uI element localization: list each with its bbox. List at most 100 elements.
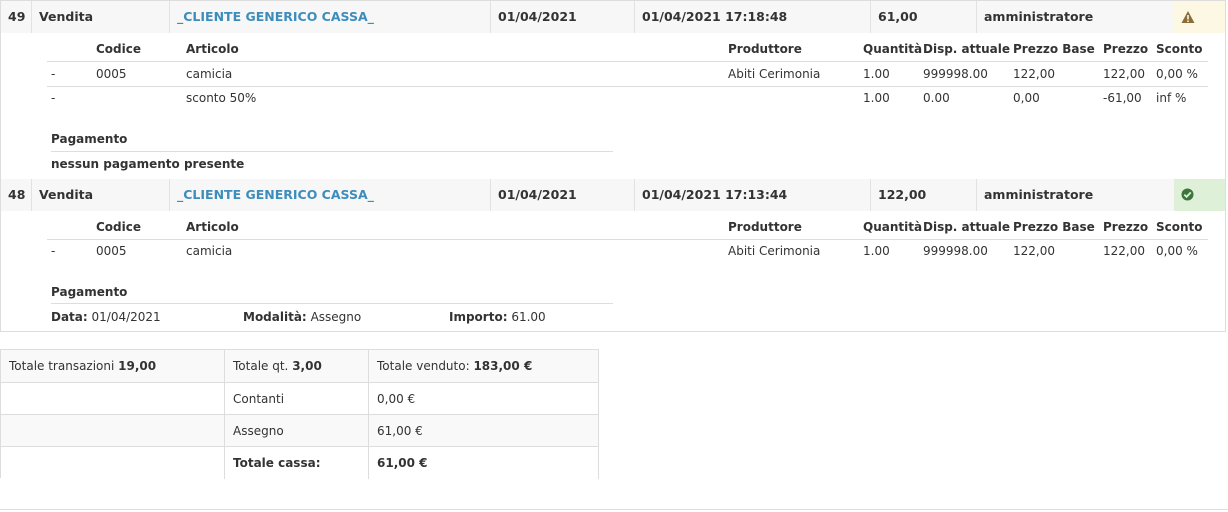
row-qty: 1.00 — [863, 67, 890, 81]
totals-row: Totale cassa: 61,00 € — [1, 446, 599, 479]
sale-date: 01/04/2021 — [490, 179, 634, 211]
totals-row: Contanti 0,00 € — [1, 382, 599, 415]
total-qty-label: Totale qt. — [233, 359, 289, 373]
col-articolo: Articolo — [186, 220, 239, 234]
col-codice: Codice — [96, 220, 142, 234]
row-price: -61,00 — [1103, 91, 1142, 105]
empty-cell — [1, 447, 225, 479]
method-label: Contanti — [225, 383, 369, 415]
total-qty: Totale qt. 3,00 — [225, 350, 369, 382]
row-producer: Abiti Cerimonia — [728, 244, 821, 258]
row-dash: - — [51, 91, 56, 105]
col-sconto: Sconto — [1156, 220, 1203, 234]
col-prezzo: Prezzo — [1103, 220, 1149, 234]
divider — [47, 61, 1208, 62]
row-price: 122,00 — [1103, 67, 1145, 81]
customer-link[interactable]: _CLIENTE GENERICO CASSA_ — [177, 187, 374, 202]
row-code: 0005 — [96, 244, 127, 258]
payment-mode-label: Modalità: — [243, 310, 307, 324]
total-sold: Totale venduto: 183,00 € — [369, 350, 599, 382]
method-value: 61,00 € — [369, 415, 599, 447]
total-sold-label: Totale venduto: — [377, 359, 470, 373]
sale-block-48: 48 Vendita _CLIENTE GENERICO CASSA_ 01/0… — [0, 179, 1226, 332]
col-produttore: Produttore — [728, 220, 802, 234]
payment-title: Pagamento — [51, 132, 128, 146]
sale-user: amministratore — [976, 1, 1174, 33]
cash-total-value: 61,00 € — [369, 447, 599, 479]
payment-amount: Importo: 61.00 — [449, 310, 546, 324]
total-transactions-label: Totale transazioni — [9, 359, 115, 373]
row-base: 0,00 — [1013, 91, 1040, 105]
row-discount: 0,00 % — [1156, 67, 1198, 81]
col-prezzo-base: Prezzo Base — [1013, 220, 1095, 234]
divider — [51, 151, 613, 152]
sale-block-49: 49 Vendita _CLIENTE GENERICO CASSA_ 01/0… — [0, 0, 1226, 180]
payment-title: Pagamento — [51, 285, 128, 299]
row-avail: 999998.00 — [923, 244, 988, 258]
empty-cell — [1, 415, 225, 447]
payment-date-value: 01/04/2021 — [91, 310, 161, 324]
total-transactions: Totale transazioni 19,00 — [1, 350, 225, 382]
payment-mode: Modalità: Assegno — [243, 310, 361, 324]
status-cell — [1174, 1, 1225, 33]
total-sold-value: 183,00 € — [473, 359, 533, 373]
sale-id: 48 — [8, 187, 26, 202]
status-cell — [1174, 179, 1225, 211]
payment-none: nessun pagamento presente — [51, 157, 245, 171]
row-price: 122,00 — [1103, 244, 1145, 258]
check-circle-icon — [1181, 188, 1194, 201]
cash-total-label: Totale cassa: — [225, 447, 369, 479]
col-quantita: Quantità — [863, 42, 923, 56]
col-produttore: Produttore — [728, 42, 802, 56]
sale-type: Vendita — [31, 1, 169, 33]
warning-triangle-icon — [1181, 11, 1195, 23]
payment-date: Data: 01/04/2021 — [51, 310, 161, 324]
payment-amount-value: 61.00 — [511, 310, 546, 324]
sale-type: Vendita — [31, 179, 169, 211]
sale-datetime: 01/04/2021 17:18:48 — [634, 1, 870, 33]
col-disp: Disp. attuale — [923, 220, 1011, 234]
row-avail: 0.00 — [923, 91, 950, 105]
row-base: 122,00 — [1013, 244, 1055, 258]
col-codice: Codice — [96, 42, 142, 56]
total-qty-value: 3,00 — [292, 359, 322, 373]
row-discount: 0,00 % — [1156, 244, 1198, 258]
totals-table: Totale transazioni 19,00 Totale qt. 3,00… — [0, 349, 599, 479]
divider — [47, 86, 1208, 87]
row-qty: 1.00 — [863, 91, 890, 105]
sale-header-row: 49 Vendita _CLIENTE GENERICO CASSA_ 01/0… — [1, 1, 1225, 33]
col-sconto: Sconto — [1156, 42, 1203, 56]
payment-mode-value: Assegno — [310, 310, 362, 324]
sale-total: 61,00 — [870, 1, 976, 33]
sale-datetime: 01/04/2021 17:13:44 — [634, 179, 870, 211]
row-qty: 1.00 — [863, 244, 890, 258]
customer-cell: _CLIENTE GENERICO CASSA_ — [169, 1, 490, 33]
total-transactions-value: 19,00 — [118, 359, 157, 373]
totals-row: Assegno 61,00 € — [1, 414, 599, 447]
sale-date: 01/04/2021 — [490, 1, 634, 33]
sale-total: 122,00 — [870, 179, 976, 211]
row-producer: Abiti Cerimonia — [728, 67, 821, 81]
col-prezzo-base: Prezzo Base — [1013, 42, 1095, 56]
row-discount: inf % — [1156, 91, 1187, 105]
row-avail: 999998.00 — [923, 67, 988, 81]
row-article: camicia — [186, 67, 233, 81]
sale-user: amministratore — [976, 179, 1174, 211]
empty-cell — [1, 383, 225, 415]
row-base: 122,00 — [1013, 67, 1055, 81]
totals-row: Totale transazioni 19,00 Totale qt. 3,00… — [1, 350, 599, 382]
divider — [47, 239, 1208, 240]
bottom-divider — [0, 509, 1228, 510]
row-article: sconto 50% — [186, 91, 257, 105]
col-quantita: Quantità — [863, 220, 923, 234]
col-disp: Disp. attuale — [923, 42, 1011, 56]
payment-amount-label: Importo: — [449, 310, 508, 324]
row-article: camicia — [186, 244, 233, 258]
sale-header-row: 48 Vendita _CLIENTE GENERICO CASSA_ 01/0… — [1, 179, 1225, 211]
row-dash: - — [51, 67, 56, 81]
col-prezzo: Prezzo — [1103, 42, 1149, 56]
row-code: 0005 — [96, 67, 127, 81]
payment-date-label: Data: — [51, 310, 88, 324]
customer-link[interactable]: _CLIENTE GENERICO CASSA_ — [177, 9, 374, 24]
col-articolo: Articolo — [186, 42, 239, 56]
